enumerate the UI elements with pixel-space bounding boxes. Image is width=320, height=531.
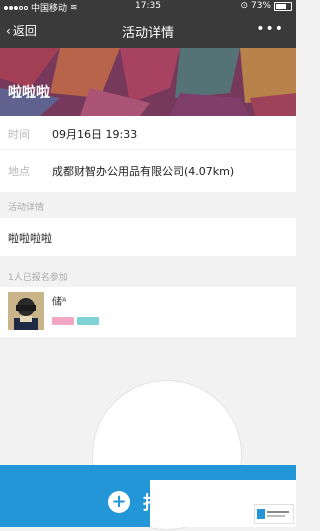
activity-title: 啦啦啦 (8, 85, 50, 101)
signup-count: 1人已报名参加 (8, 273, 68, 283)
avatar[interactable] (8, 292, 44, 330)
battery-percent: 73% (250, 1, 271, 11)
member-name: 储ᴬ (52, 297, 67, 308)
time-row: 时间 09月16日 19:33 (0, 116, 296, 149)
time-label: 时间 (8, 128, 30, 141)
orientation-lock-icon: ⊙ (240, 1, 248, 11)
more-dots-icon[interactable]: ••• (256, 21, 284, 37)
member-tag-pink (52, 317, 74, 325)
detail-text: 啦啦啦啦 (8, 232, 52, 245)
watermark (254, 504, 294, 524)
place-label: 地点 (8, 165, 30, 178)
plus-icon: + (108, 491, 130, 513)
detail-section-title: 活动详情 (8, 203, 45, 213)
member-tag-teal (77, 317, 99, 325)
place-row[interactable]: 地点 成都财智办公用品有限公司(4.07km) (0, 150, 296, 192)
activity-banner: 啦啦啦 (0, 48, 296, 116)
status-bar: 中国移动 ≋ 17:35 ⊙ 73% (0, 0, 296, 14)
place-value: 成都财智办公用品有限公司(4.07km) (52, 165, 235, 178)
avatar-image (8, 292, 44, 330)
nav-bar: ‹ 返回 活动详情 ••• (0, 13, 296, 48)
page-title: 活动详情 (121, 26, 174, 41)
detail-box: 啦啦啦啦 (0, 218, 296, 256)
time-value: 09月16日 19:33 (52, 128, 138, 141)
battery-icon (274, 1, 292, 11)
member-list: 储ᴬ (0, 287, 296, 337)
status-right: ⊙ 73% (240, 1, 292, 11)
